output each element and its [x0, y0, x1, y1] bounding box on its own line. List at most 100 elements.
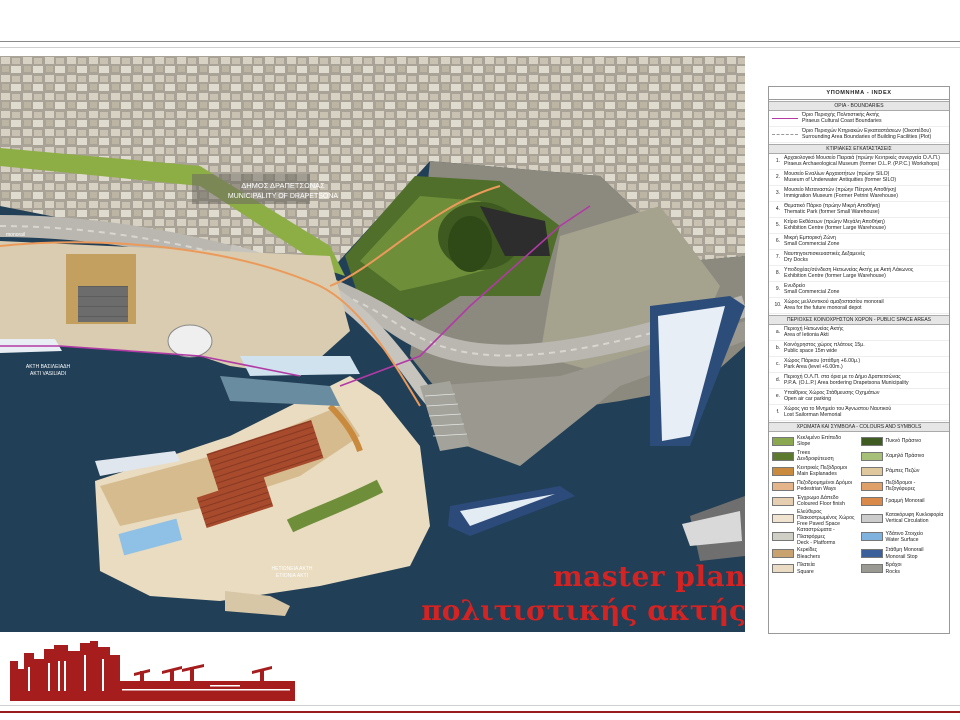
facility-row-text: Ενυδρείο Small Commercial Zone	[784, 283, 946, 295]
boundary-text: Όριο Περιοχής Πολιτιστικής Ακτής Piraeus …	[802, 112, 946, 124]
facility-row-text: Μουσείο Μεταναστών (πρώην Πέτρινη Αποθήκ…	[784, 187, 946, 199]
symbol-text-en: Δενδροφύτευση	[797, 456, 834, 463]
symbol-text-en: Coloured Floor finish	[797, 501, 845, 508]
facilities-section-title: ΚΤΙΡΙΑΚΕΣ ΕΓΚΑΤΑΣΤΑΣΕΙΣ	[769, 143, 949, 154]
public-area-row-text: Χώρος για το Μνημείο του Άγνωστου Ναυτικ…	[784, 406, 946, 418]
symbol-item: Στάθμη Monorail Monorail Stop	[860, 546, 947, 561]
symbol-swatch	[772, 451, 794, 461]
symbol-swatch	[772, 481, 794, 491]
symbol-text-gr: Πλατεία	[797, 562, 815, 569]
public-area-row-text-en: Open air car parking	[784, 396, 831, 403]
facility-row-text-en: Small Commercial Zone	[784, 241, 840, 248]
symbols-section-title: ΧΡΩΜΑΤΑ ΚΑΙ ΣΥΜΒΟΛΑ - COLOURS AND SYMBOL…	[769, 421, 949, 432]
symbol-item: Βράχοι Rocks	[860, 561, 947, 576]
symbol-text-gr: Πεζόδρομοι - Πεζογέφυρες	[885, 479, 916, 493]
master-plan-aerial-image: ΔΗΜΟΣ ΔΡΑΠΕΤΣΩΝΑΣ MUNICIPALITY OF DRAPET…	[0, 56, 745, 632]
facility-row: 10. Χώρος μελλοντικού αμαξοστασίου monora…	[769, 298, 949, 314]
facility-row-text: Κτίριο Εκθέσεων (πρώην Μεγάλη Αποθήκη) Ex…	[784, 219, 946, 231]
symbol-swatch	[772, 532, 794, 542]
boundary-line-swatch	[772, 117, 798, 119]
public-area-row-text-en: Area of Ietionia Akti	[784, 332, 829, 339]
legend-header: ΥΠΟΜΝΗΜΑ - INDEX	[769, 87, 949, 100]
symbol-text-gr: Γραμμή Monorail	[885, 498, 925, 505]
municipality-label-en: MUNICIPALITY OF DRAPETSONA	[228, 193, 339, 200]
symbol-text-gr: Χαμηλό Πράσινο	[885, 453, 925, 460]
symbol-text: Ράμπες Πεζών	[886, 468, 920, 474]
facilities-list: 1. Αρχαιολογικό Μουσείο Πειραιά (πρώην Κε…	[769, 154, 949, 314]
symbol-text-en: Slope	[797, 441, 811, 448]
symbol-swatch	[860, 564, 883, 574]
symbol-item: Trees Δενδροφύτευση	[772, 449, 858, 464]
boundary-row: Όριο Περιοχής Πολιτιστικής Ακτής Piraeus …	[769, 111, 949, 127]
symbol-item: Πυκνό Πράσινο	[860, 434, 947, 449]
symbol-text: Trees Δενδροφύτευση	[797, 450, 834, 462]
symbol-item: Έγχρωμο Δάπεδο Coloured Floor finish	[772, 494, 858, 509]
akti-vasileiadi-en-label: ΑΚΤΙ VASILIADI	[30, 371, 66, 377]
symbol-text-en: Monorail Stop	[885, 553, 918, 560]
facility-row: 2. Μουσείο Εναλίων Αρχαιοτήτων (πρώην SIL…	[769, 170, 949, 186]
public-area-row-text-en: Lost Sailorman Memorial	[784, 412, 842, 419]
symbol-swatch	[860, 436, 883, 446]
facility-row-text-en: Small Commercial Zone	[784, 289, 840, 296]
symbol-text: Κερκίδες Bleachers	[797, 547, 820, 559]
public-area-row-text-en: P.P.A. (O.L.P.) Area bordering Drapetson…	[784, 380, 909, 387]
symbol-swatch	[860, 481, 883, 491]
public-area-row-number: e.	[775, 393, 781, 400]
symbol-item: Κεκλιμένο Επίπεδο Slope	[772, 434, 858, 449]
facility-row: 8. Υποδοχέας/σύνδεση Ηετιωνείας Ακτής με …	[769, 266, 949, 282]
facility-row: 6. Μικρή Εμπορική Ζώνη Small Commercial Zo…	[769, 234, 949, 250]
symbol-item: Πεζόδρομοι - Πεζογέφυρες	[860, 479, 947, 494]
symbol-text-gr: Καταστρώματα - Πλατφόρμες	[797, 527, 835, 540]
silo-skyline-logo	[10, 641, 295, 710]
facility-row: 3. Μουσείο Μεταναστών (πρώην Πέτρινη Αποθ…	[769, 186, 949, 202]
public-areas-list: a. Περιοχή Ηετιωνείας Ακτής Area of Ietion…	[769, 325, 949, 421]
facility-row-text-en: Dry Docks	[784, 257, 808, 264]
public-area-row-number: f.	[776, 409, 780, 416]
symbol-swatch	[860, 451, 883, 461]
public-area-row-text: Κοινόχρηστος χώρος πλάτους 15μ. Public sp…	[784, 342, 946, 354]
public-area-row: d. Περιοχή Ο.Λ.Π. στα όρια με το Δήμο Δρα…	[769, 373, 949, 389]
symbol-item: Γραμμή Monorail	[860, 494, 947, 509]
facility-row: 7. Ναυπηγοεπισκευαστικές Δεξαμενές Dry Doc…	[769, 250, 949, 266]
facility-row-text: Ναυπηγοεπισκευαστικές Δεξαμενές Dry Docks	[784, 251, 946, 263]
symbol-text-en: Square	[797, 568, 814, 575]
title-master-plan: master plan	[553, 560, 746, 593]
municipality-label-gr: ΔΗΜΟΣ ΔΡΑΠΕΤΣΩΝΑΣ	[241, 181, 325, 190]
symbol-swatch	[772, 496, 794, 506]
symbol-text: Καταστρώματα - Πλατφόρμες Deck - Platform…	[797, 527, 858, 546]
symbol-swatch	[860, 513, 883, 523]
facility-row-number: 5.	[775, 222, 781, 229]
facility-row: 1. Αρχαιολογικό Μουσείο Πειραιά (πρώην Κε…	[769, 154, 949, 170]
public-section-title: ΠΕΡΙΟΧΕΣ ΚΟΙΝΟΧΡΗΣΤΩΝ ΧΩΡΩΝ - PUBLIC SPA…	[769, 314, 949, 325]
top-rule-thin	[0, 47, 960, 48]
facility-row-number: 8.	[775, 270, 781, 277]
symbol-item: Πλατεία Square	[772, 561, 858, 576]
symbol-text: Έγχρωμο Δάπεδο Coloured Floor finish	[797, 495, 845, 507]
symbol-text: Πεζόδρομοι - Πεζογέφυρες	[886, 480, 947, 492]
symbol-item: Καταστρώματα - Πλατφόρμες Deck - Platform…	[772, 527, 858, 546]
facility-row: 5. Κτίριο Εκθέσεων (πρώην Μεγάλη Αποθήκη)…	[769, 218, 949, 234]
symbol-text: Κεκλιμένο Επίπεδο Slope	[797, 435, 841, 447]
symbol-text-gr: Υδάτινο Στοιχείο	[885, 530, 924, 537]
symbol-swatch	[860, 532, 883, 542]
symbol-text-en: Main Esplanades	[797, 471, 837, 478]
public-area-row: e. Υπαίθριος Χώρος Στάθμευσης Οχημάτων Ope…	[769, 389, 949, 405]
facility-row-number: 1.	[775, 158, 781, 165]
facility-row-text-en: Exhibition Centre (former Large Warehous…	[784, 225, 886, 232]
boundaries-section-title: ΟΡΙΑ - BOUNDARIES	[769, 100, 949, 111]
facility-row-text: Μικρή Εμπορική Ζώνη Small Commercial Zone	[784, 235, 946, 247]
symbol-text-gr: Πυκνό Πράσινο	[885, 438, 922, 445]
public-area-row-number: a.	[775, 329, 781, 336]
public-area-row-text: Υπαίθριος Χώρος Στάθμευσης Οχημάτων Open …	[784, 390, 946, 402]
symbol-text: Πυκνό Πράσινο	[886, 438, 922, 444]
symbol-item: Ράμπες Πεζών	[860, 464, 947, 479]
facility-row-text: Αρχαιολογικό Μουσείο Πειραιά (πρώην Κεντ…	[784, 155, 946, 167]
symbol-swatch	[772, 564, 794, 574]
symbol-swatch	[860, 466, 883, 476]
symbol-item: Κεντρικές Πεζόδρομοι Main Esplanades	[772, 464, 858, 479]
symbol-text-en: Rocks	[885, 568, 900, 575]
symbol-text: Πλατεία Square	[797, 562, 815, 574]
top-rule	[0, 41, 960, 42]
symbol-item: Ελεύθερος Πλακοστρωμένος Χώρος Free Paved…	[772, 509, 858, 528]
facility-row-text: Θεματικό Πάρκο (πρώην Μικρή Αποθήκη) Them…	[784, 203, 946, 215]
